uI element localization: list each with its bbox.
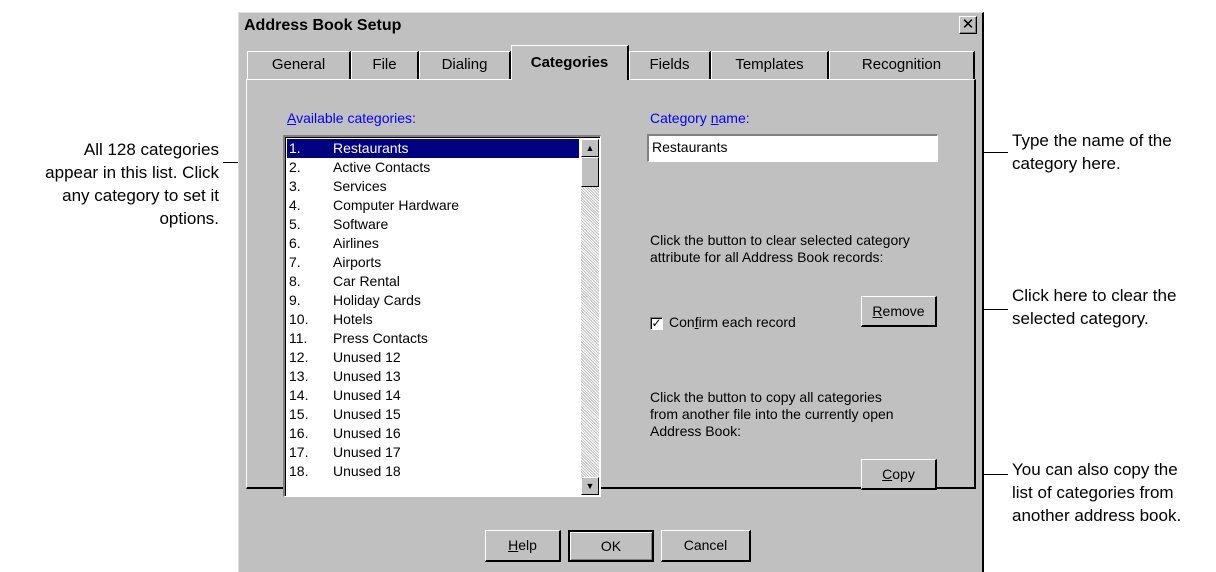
- category-list: 1. Restaurants 2. Active Contacts 3. Services…: [287, 139, 579, 481]
- list-item-number: 15.: [289, 406, 309, 422]
- list-item[interactable]: 13. Unused 13: [287, 367, 579, 386]
- close-icon: ✕: [961, 16, 975, 33]
- annotation-remove: Click here to clear the selected categor…: [1012, 286, 1177, 328]
- list-item-name: Unused 12: [333, 349, 401, 365]
- list-item-name: Airlines: [333, 235, 379, 251]
- tab-file[interactable]: File: [351, 51, 419, 79]
- annotation-categories-list: All 128 categories appear in this list. …: [45, 140, 219, 228]
- confirm-label: Confirm each record: [669, 314, 796, 330]
- list-item[interactable]: 16. Unused 16: [287, 424, 579, 443]
- clear-instructions: Click the button to clear selected categ…: [650, 232, 910, 265]
- list-item-name: Unused 13: [333, 368, 401, 384]
- copy-button[interactable]: Copy: [861, 459, 937, 490]
- list-item-number: 5.: [289, 216, 301, 232]
- list-item[interactable]: 17. Unused 17: [287, 443, 579, 462]
- list-item-number: 12.: [289, 349, 309, 365]
- list-item-number: 6.: [289, 235, 301, 251]
- list-item-number: 16.: [289, 425, 309, 441]
- confirm-checkbox[interactable]: ✓: [650, 317, 663, 330]
- list-item[interactable]: 12. Unused 12: [287, 348, 579, 367]
- list-item[interactable]: 2. Active Contacts: [287, 158, 579, 177]
- list-item[interactable]: 3. Services: [287, 177, 579, 196]
- tab-dialing[interactable]: Dialing: [419, 51, 511, 79]
- list-item[interactable]: 8. Car Rental: [287, 272, 579, 291]
- list-item[interactable]: 15. Unused 15: [287, 405, 579, 424]
- list-item-name: Restaurants: [333, 140, 409, 156]
- checkmark-icon: ✓: [651, 316, 662, 330]
- list-scrollbar[interactable]: ▲ ▼: [581, 139, 599, 495]
- list-item-name: Active Contacts: [333, 159, 431, 175]
- list-item-name: Unused 15: [333, 406, 401, 422]
- list-item-number: 17.: [289, 444, 309, 460]
- list-item-number: 14.: [289, 387, 309, 403]
- list-item-number: 13.: [289, 368, 309, 384]
- arrow-down-icon: ▼: [585, 481, 595, 491]
- list-item-name: Airports: [333, 254, 382, 270]
- list-item[interactable]: 10. Hotels: [287, 310, 579, 329]
- list-item-number: 7.: [289, 254, 301, 270]
- close-button[interactable]: ✕: [959, 16, 977, 34]
- tab-recognition[interactable]: Recognition: [829, 51, 975, 79]
- list-item-name: Unused 17: [333, 444, 401, 460]
- tab-categories[interactable]: Categories: [511, 45, 629, 80]
- list-item-number: 2.: [289, 159, 301, 175]
- list-item-name: Unused 14: [333, 387, 401, 403]
- list-item-name: Computer Hardware: [333, 197, 460, 213]
- list-item[interactable]: 4. Computer Hardware: [287, 196, 579, 215]
- list-item-name: Car Rental: [333, 273, 400, 289]
- tab-fields[interactable]: Fields: [629, 51, 711, 79]
- tab-templates[interactable]: Templates: [711, 51, 829, 79]
- list-item-name: Hotels: [333, 311, 373, 327]
- list-item-number: 3.: [289, 178, 301, 194]
- list-item-name: Holiday Cards: [333, 292, 421, 308]
- list-item-number: 18.: [289, 463, 309, 479]
- list-item[interactable]: 9. Holiday Cards: [287, 291, 579, 310]
- list-item-name: Unused 18: [333, 463, 401, 479]
- scroll-up-button[interactable]: ▲: [581, 139, 599, 157]
- scroll-thumb[interactable]: [581, 157, 599, 187]
- copy-instructions: Click the button to copy all categories …: [650, 389, 894, 439]
- list-item[interactable]: 1. Restaurants: [287, 139, 579, 158]
- address-book-setup-dialog: Address Book Setup ✕ General File Dialin…: [238, 12, 984, 572]
- list-item-number: 1.: [289, 140, 301, 156]
- ok-button[interactable]: OK: [568, 530, 654, 562]
- list-item-number: 10.: [289, 311, 309, 327]
- list-item[interactable]: 6. Airlines: [287, 234, 579, 253]
- list-item-number: 4.: [289, 197, 301, 213]
- category-name-input[interactable]: Restaurants: [647, 134, 938, 162]
- arrow-up-icon: ▲: [585, 143, 595, 153]
- list-item[interactable]: 11. Press Contacts: [287, 329, 579, 348]
- list-item-name: Unused 16: [333, 425, 401, 441]
- list-item-name: Software: [333, 216, 389, 232]
- list-item-number: 11.: [289, 330, 308, 346]
- list-item-name: Press Contacts: [333, 330, 428, 346]
- list-item-name: Services: [333, 178, 387, 194]
- list-item[interactable]: 5. Software: [287, 215, 579, 234]
- available-categories-label: Available categories:: [287, 110, 416, 126]
- annotation-copy: You can also copy the list of categories…: [1012, 460, 1182, 525]
- title-bar: Address Book Setup ✕: [240, 14, 981, 38]
- list-item-number: 9.: [289, 292, 301, 308]
- categories-listbox[interactable]: 1. Restaurants 2. Active Contacts 3. Services…: [283, 135, 601, 497]
- help-button[interactable]: Help: [485, 530, 561, 562]
- cancel-button[interactable]: Cancel: [661, 530, 751, 562]
- annotation-category-name: Type the name of the category here.: [1012, 131, 1172, 173]
- list-item-number: 8.: [289, 273, 301, 289]
- remove-button[interactable]: Remove: [861, 296, 937, 327]
- window-title: Address Book Setup: [244, 17, 402, 34]
- list-item[interactable]: 14. Unused 14: [287, 386, 579, 405]
- list-item[interactable]: 7. Airports: [287, 253, 579, 272]
- scroll-down-button[interactable]: ▼: [581, 477, 599, 495]
- list-item[interactable]: 18. Unused 18: [287, 462, 579, 481]
- category-name-label: Category name:: [650, 110, 750, 126]
- tab-general[interactable]: General: [247, 51, 351, 79]
